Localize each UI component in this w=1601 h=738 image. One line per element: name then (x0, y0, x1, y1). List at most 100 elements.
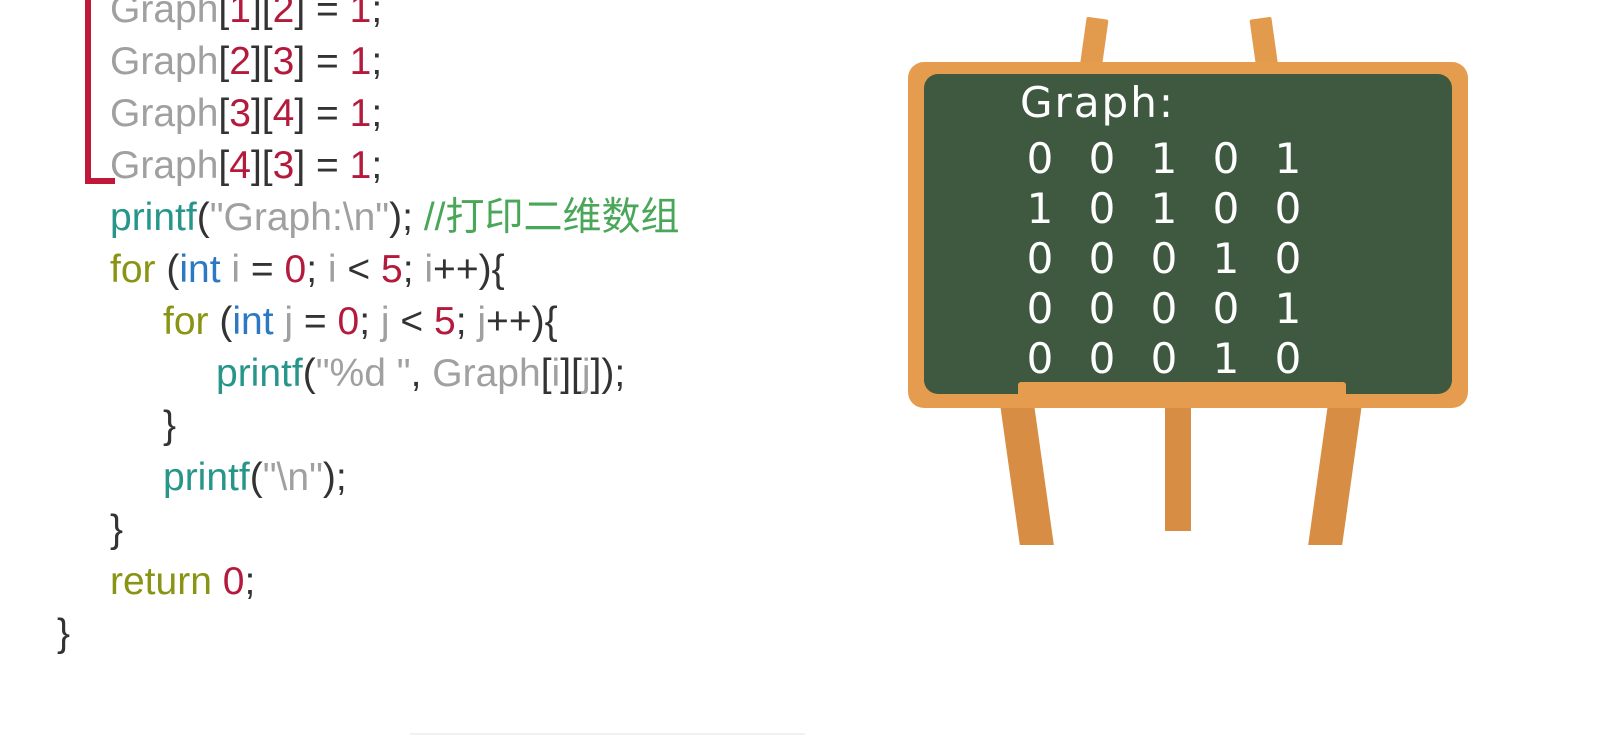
code-token: ][ (250, 40, 273, 83)
matrix-cell: 0 (1212, 284, 1240, 333)
code-token: ; (244, 560, 256, 603)
code-line: printf("%d ", Graph[i][j]); (216, 348, 625, 400)
matrix-cell: 1 (1150, 134, 1178, 183)
code-token: Graph (110, 144, 219, 187)
code-token: ; (371, 40, 383, 83)
code-token: 0 (284, 248, 307, 291)
code-token: Graph (110, 40, 219, 83)
matrix-cell: 0 (1212, 184, 1240, 233)
code-token: ][ (250, 144, 273, 187)
code-token: ] = (294, 40, 350, 83)
code-token: , (410, 352, 433, 395)
code-token: 1 (349, 0, 372, 31)
code-token: printf (163, 456, 250, 499)
code-token: ( (196, 196, 210, 239)
matrix-cell: 1 (1212, 234, 1240, 283)
code-line: printf("\n"); (163, 452, 347, 504)
chalkboard-easel: Graph: 0010110100000100000100010 (900, 10, 1480, 560)
matrix-cell: 0 (1088, 234, 1116, 283)
board-title: Graph: (1020, 78, 1175, 127)
code-panel: Graph[1][2] = 1; Graph[2][3] = 1; Graph[3]… (0, 0, 880, 738)
code-token: [ (218, 0, 230, 31)
code-token: printf (216, 352, 303, 395)
code-token: j (581, 352, 591, 395)
code-token: //打印二维数组 (423, 196, 680, 239)
matrix-cell: 0 (1212, 134, 1240, 183)
easel-leg-center (1165, 405, 1191, 531)
code-token: ; (306, 248, 328, 291)
code-token: for (110, 248, 156, 291)
matrix-cell: 1 (1212, 334, 1240, 383)
code-token: int (232, 300, 274, 343)
chalkboard (924, 74, 1452, 394)
code-token: ][ (560, 352, 582, 395)
code-token: [ (540, 352, 552, 395)
code-token: = (293, 300, 338, 343)
code-token: Graph (432, 352, 541, 395)
code-token: "\n" (262, 456, 323, 499)
code-token: 1 (349, 92, 372, 135)
code-token: ++){ (433, 248, 505, 291)
code-token: 1 (229, 0, 251, 31)
code-line: Graph[3][4] = 1; (110, 88, 382, 140)
matrix-cell: 0 (1274, 234, 1302, 283)
code-token: ]); (590, 352, 626, 395)
code-token: j (380, 300, 390, 343)
matrix-cell: 1 (1274, 134, 1302, 183)
code-token: int (179, 248, 221, 291)
code-token: ; (371, 92, 383, 135)
code-token: i (220, 248, 241, 291)
code-line: for (int i = 0; i < 5; i++){ (110, 244, 505, 296)
matrix-cell: 0 (1088, 184, 1116, 233)
matrix-cell: 0 (1150, 234, 1178, 283)
code-token: printf (110, 196, 197, 239)
code-token: 2 (272, 0, 295, 31)
code-token: 5 (434, 300, 456, 343)
code-token: "Graph:\n" (209, 196, 390, 239)
code-token: for (163, 300, 209, 343)
code-token: ); (322, 456, 347, 499)
code-token: ][ (250, 0, 273, 31)
code-line: Graph[2][3] = 1; (110, 36, 382, 88)
code-token: [ (218, 40, 230, 83)
code-token: 3 (272, 40, 295, 83)
code-token: "%d " (315, 352, 411, 395)
code-line: } (163, 400, 176, 452)
code-token: ; (402, 248, 425, 291)
code-token: 1 (349, 144, 372, 187)
code-line: Graph[4][3] = 1; (110, 140, 382, 192)
matrix-cell: 1 (1026, 184, 1054, 233)
code-line: for (int j = 0; j < 5; j++){ (163, 296, 558, 348)
matrix-cell: 1 (1150, 184, 1178, 233)
divider (410, 733, 805, 735)
matrix-cell: 0 (1026, 134, 1054, 183)
code-token: ); (389, 196, 424, 239)
matrix-cell: 0 (1088, 284, 1116, 333)
code-token: 1 (349, 40, 372, 83)
matrix-cell: 0 (1088, 334, 1116, 383)
code-token: ( (249, 456, 263, 499)
code-token: < (389, 300, 434, 343)
matrix-cell: 1 (1274, 284, 1302, 333)
matrix-cell: 0 (1274, 334, 1302, 383)
code-token: i (424, 248, 434, 291)
code-token: 0 (222, 560, 245, 603)
matrix-cell: 0 (1026, 284, 1054, 333)
matrix-cell: 0 (1274, 184, 1302, 233)
code-token: [ (218, 144, 230, 187)
code-token: Graph (110, 0, 219, 31)
code-token: ] = (294, 0, 350, 31)
code-token: Graph (110, 92, 219, 135)
matrix-cell: 0 (1150, 284, 1178, 333)
matrix-cell: 0 (1150, 334, 1178, 383)
matrix-cell: 0 (1088, 134, 1116, 183)
code-token: return (110, 560, 212, 603)
code-token: ; (371, 0, 383, 31)
code-line: return 0; (110, 556, 255, 608)
code-token: i (551, 352, 561, 395)
code-token: 3 (272, 144, 295, 187)
code-line: } (57, 608, 70, 660)
code-token: < (336, 248, 381, 291)
code-line: Graph[1][2] = 1; (110, 0, 382, 36)
